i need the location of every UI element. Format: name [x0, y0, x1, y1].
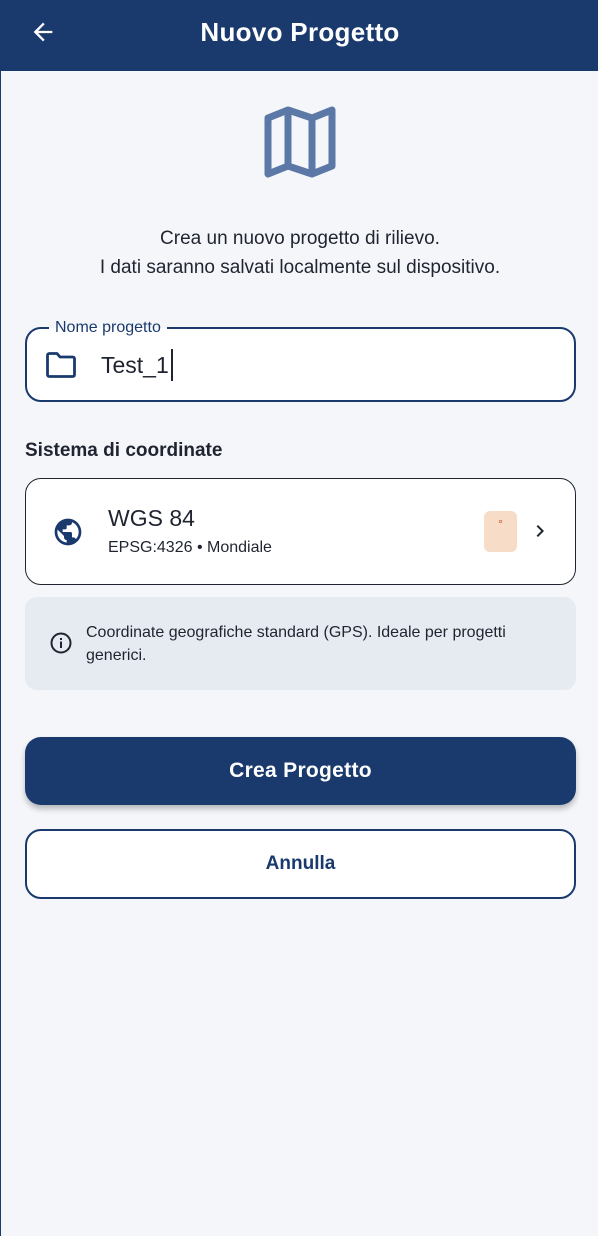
map-icon [263, 104, 337, 178]
page-title: Nuovo Progetto [200, 17, 400, 47]
project-name-input[interactable]: Test_1 [101, 349, 174, 381]
text-cursor [170, 349, 174, 381]
project-name-label: Nome progetto [49, 318, 167, 338]
unit-badge: ° [484, 511, 517, 552]
cancel-button[interactable]: Annulla [25, 829, 576, 899]
arrow-left-icon [33, 22, 53, 42]
crs-subtitle: EPSG:4326 • Mondiale [108, 539, 272, 556]
crs-name: WGS 84 [108, 505, 195, 531]
intro-line-2: I dati saranno salvati localmente sul di… [99, 257, 501, 278]
create-project-button[interactable]: Crea Progetto [25, 737, 576, 805]
coordinate-system-label: Sistema di coordinate [25, 440, 223, 461]
info-icon [50, 632, 72, 654]
coordinate-system-selector[interactable]: WGS 84 EPSG:4326 • Mondiale ° [25, 478, 576, 585]
globe-icon [54, 518, 82, 546]
back-button[interactable] [25, 14, 61, 50]
chevron-right-icon [536, 525, 544, 537]
intro-line-1: Crea un nuovo progetto di rilievo. [160, 228, 440, 249]
app-bar: Nuovo Progetto [1, 0, 598, 71]
project-name-value: Test_1 [101, 352, 169, 378]
info-box: Coordinate geografiche standard (GPS). I… [25, 597, 576, 690]
folder-icon [46, 352, 76, 378]
info-text: Coordinate geografiche standard (GPS). I… [86, 624, 506, 664]
intro-text: Crea un nuovo progetto di rilievo. I dat… [1, 224, 598, 282]
project-name-field[interactable]: Nome progetto Test_1 [25, 318, 576, 402]
